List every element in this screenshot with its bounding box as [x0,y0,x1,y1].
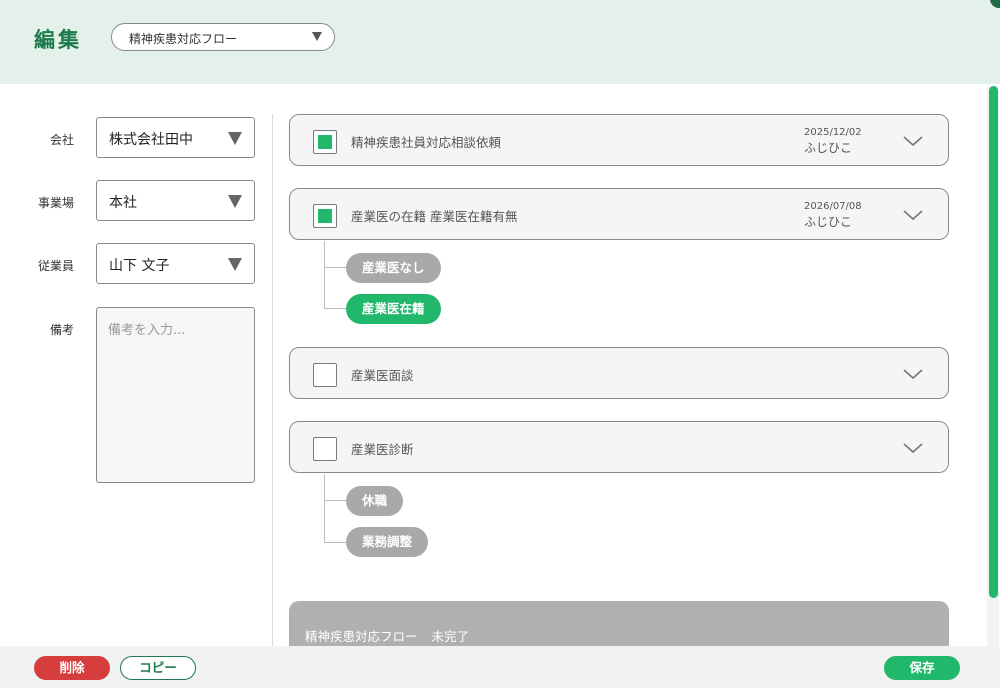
tree-branch [324,267,346,268]
chevron-down-icon[interactable] [902,363,924,385]
step-checkbox[interactable] [313,130,337,154]
step-card[interactable]: 産業医の在籍 産業医在籍有無 2026/07/08 ふじひこ [289,188,949,240]
step-date: 2025/12/02 [804,127,862,138]
site-select-value: 本社 [109,195,137,211]
step-user: ふじひこ [804,141,853,155]
step-checkbox[interactable] [313,437,337,461]
flow-select-value: 精神疾患対応フロー [129,32,238,46]
step-date: 2026/07/08 [804,201,862,212]
option-pill[interactable]: 業務調整 [346,527,429,557]
flow-status-value: 未完了 [431,629,470,644]
site-label: 事業場 [37,196,74,210]
site-select[interactable]: 本社 [96,180,255,221]
option-pill-selected[interactable]: 産業医在籍 [346,294,441,324]
flow-status-text: 精神疾患対応フロー 未完了 [305,626,469,645]
step-user: ふじひこ [804,215,853,229]
triangle-down-icon [228,132,242,145]
step-title: 精神疾患社員対応相談依頼 [351,135,502,150]
save-button[interactable]: 保存 [884,656,960,680]
header-bar: 編集 精神疾患対応フロー [0,0,1000,84]
company-select-value: 株式会社田中 [109,132,193,148]
company-select[interactable]: 株式会社田中 [96,117,255,158]
column-divider [272,114,273,646]
scrollbar-thumb[interactable] [989,86,998,598]
memo-label: 備考 [49,323,74,337]
employee-label: 従業員 [37,259,74,273]
tree-branch [324,308,346,309]
tree-connector [324,474,325,542]
triangle-down-icon [312,32,322,41]
step-card[interactable]: 精神疾患社員対応相談依頼 2025/12/02 ふじひこ [289,114,949,166]
step-card[interactable]: 産業医面談 [289,347,949,399]
employee-select[interactable]: 山下 文子 [96,243,255,284]
tree-connector [324,241,325,308]
option-pill[interactable]: 産業医なし [346,253,441,283]
triangle-down-icon [228,258,242,271]
step-checkbox[interactable] [313,204,337,228]
copy-button[interactable]: コピー [120,656,196,680]
footer-bar: 削除 コピー 保存 [0,646,1000,688]
company-label: 会社 [49,133,74,147]
tree-branch [324,500,346,501]
step-title: 産業医面談 [351,368,414,383]
step-checkbox[interactable] [313,363,337,387]
step-title: 産業医診断 [351,442,414,457]
flow-select[interactable]: 精神疾患対応フロー [111,23,335,51]
memo-textarea[interactable] [96,307,255,483]
step-title: 産業医の在籍 産業医在籍有無 [351,209,518,224]
corner-indicator [990,0,1000,8]
employee-select-value: 山下 文子 [109,258,170,274]
option-pill[interactable]: 休職 [346,486,404,516]
flow-status-name: 精神疾患対応フロー [305,629,418,644]
step-card[interactable]: 産業医診断 [289,421,949,473]
chevron-down-icon[interactable] [902,204,924,226]
page-title: 編集 [34,28,82,52]
delete-button[interactable]: 削除 [34,656,110,680]
chevron-down-icon[interactable] [902,130,924,152]
chevron-down-icon[interactable] [902,437,924,459]
tree-branch [324,542,346,543]
triangle-down-icon [228,195,242,208]
